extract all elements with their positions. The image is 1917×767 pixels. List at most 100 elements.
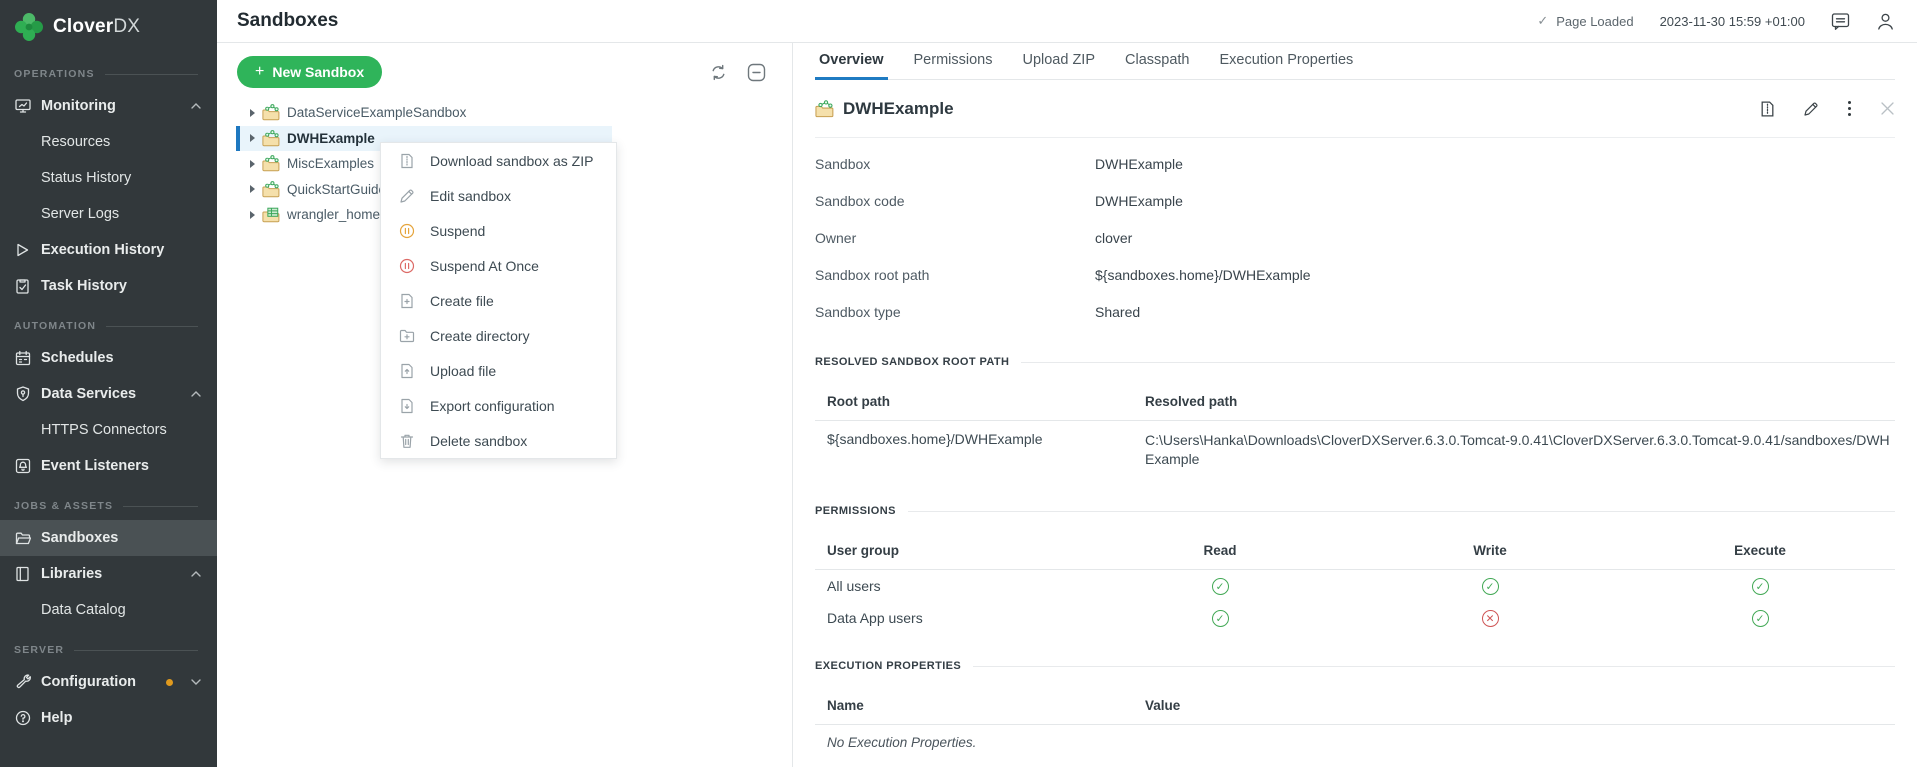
menu-item-suspend-at-once[interactable]: Suspend At Once — [381, 248, 616, 283]
pause-circle-icon — [399, 223, 415, 239]
permission-state-icon — [1752, 578, 1769, 595]
tab-permissions[interactable]: Permissions — [910, 43, 997, 80]
help-circle-icon — [14, 710, 31, 726]
brand-logo: CloverDX — [0, 8, 217, 52]
sidebar-item-sandboxes[interactable]: Sandboxes — [0, 520, 217, 556]
chevron-up-icon — [191, 391, 201, 397]
sidebar-item-data-catalog[interactable]: Data Catalog — [0, 592, 217, 628]
caret-right-icon[interactable] — [250, 160, 255, 168]
chevron-up-icon — [191, 571, 201, 577]
sidebar-item-label: Data Services — [41, 386, 136, 402]
tab-classpath[interactable]: Classpath — [1121, 43, 1193, 80]
sidebar-item-label: Help — [41, 710, 72, 726]
no-execution-properties-note: No Execution Properties. — [815, 725, 1895, 750]
tab-execution-properties[interactable]: Execution Properties — [1216, 43, 1358, 80]
field-value: DWHExample — [1095, 193, 1183, 209]
chevron-up-icon — [191, 103, 201, 109]
wrench-icon — [14, 674, 31, 690]
section-title: EXECUTION PROPERTIES — [815, 660, 961, 672]
sidebar-item-execution-history[interactable]: Execution History — [0, 232, 217, 268]
new-sandbox-button[interactable]: + New Sandbox — [237, 56, 382, 88]
download-zip-icon[interactable] — [1759, 100, 1776, 118]
user-group-name: Data App users — [815, 610, 1085, 626]
sidebar-item-monitoring[interactable]: Monitoring — [0, 88, 217, 124]
sidebar-item-label: Event Listeners — [41, 458, 149, 474]
user-account-icon[interactable] — [1876, 12, 1895, 31]
brand-name: CloverDX — [53, 16, 140, 38]
caret-right-icon[interactable] — [250, 185, 255, 193]
field-sandbox-type: Sandbox type Shared — [815, 293, 1895, 330]
collapse-all-icon[interactable] — [747, 63, 766, 82]
file-plus-icon — [399, 293, 415, 309]
caret-right-icon[interactable] — [250, 109, 255, 117]
menu-item-label: Suspend At Once — [430, 258, 539, 274]
kebab-menu-icon[interactable] — [1846, 99, 1854, 119]
menu-item-edit-sandbox[interactable]: Edit sandbox — [381, 178, 616, 213]
close-icon[interactable] — [1880, 101, 1895, 116]
sidebar-item-label: Task History — [41, 278, 127, 294]
sidebar-item-help[interactable]: Help — [0, 700, 217, 736]
menu-item-label: Download sandbox as ZIP — [430, 153, 593, 169]
field-sandbox-root-path: Sandbox root path ${sandboxes.home}/DWHE… — [815, 256, 1895, 293]
menu-item-create-directory[interactable]: Create directory — [381, 318, 616, 353]
permission-state-icon — [1212, 578, 1229, 595]
sidebar-item-libraries[interactable]: Libraries — [0, 556, 217, 592]
sidebar-item-label: Libraries — [41, 566, 102, 582]
tree-row[interactable]: DataServiceExampleSandbox — [217, 100, 792, 126]
sidebar-item-data-services[interactable]: Data Services — [0, 376, 217, 412]
permission-state-icon — [1482, 578, 1499, 595]
sidebar-item-label: Sandboxes — [41, 530, 118, 546]
sidebar-item-label: Configuration — [41, 674, 136, 690]
sidebar-item-event-listeners[interactable]: Event Listeners — [0, 448, 217, 484]
menu-item-upload-file[interactable]: Upload file — [381, 353, 616, 388]
new-sandbox-label: New Sandbox — [272, 64, 364, 80]
field-value: clover — [1095, 230, 1132, 246]
sidebar-item-server-logs[interactable]: Server Logs — [0, 196, 217, 232]
sidebar-item-label: Execution History — [41, 242, 164, 258]
sidebar-item-configuration[interactable]: Configuration — [0, 664, 217, 700]
field-label: Sandbox root path — [815, 267, 1095, 283]
section-execution-properties: EXECUTION PROPERTIES — [815, 656, 1895, 676]
edit-pencil-icon[interactable] — [1803, 101, 1819, 117]
resolved-path-value: C:\Users\Hanka\Downloads\CloverDXServer.… — [1145, 432, 1890, 467]
sidebar-item-status-history[interactable]: Status History — [0, 160, 217, 196]
menu-item-delete-sandbox[interactable]: Delete sandbox — [381, 423, 616, 458]
sidebar-item-task-history[interactable]: Task History — [0, 268, 217, 304]
feedback-chat-icon[interactable] — [1831, 12, 1850, 31]
sandbox-detail-pane: Overview Permissions Upload ZIP Classpat… — [793, 43, 1917, 767]
column-root-path: Root path — [815, 394, 1145, 409]
field-value: DWHExample — [1095, 156, 1183, 172]
sandbox-folder-icon — [262, 181, 280, 198]
menu-item-suspend[interactable]: Suspend — [381, 213, 616, 248]
refresh-icon[interactable] — [710, 64, 727, 81]
sidebar-item-schedules[interactable]: Schedules — [0, 340, 217, 376]
field-sandbox: Sandbox DWHExample — [815, 145, 1895, 182]
sidebar-item-resources[interactable]: Resources — [0, 124, 217, 160]
check-icon: ✓ — [1537, 13, 1548, 29]
section-title: RESOLVED SANDBOX ROOT PATH — [815, 356, 1009, 368]
caret-right-icon[interactable] — [250, 134, 255, 142]
caret-right-icon[interactable] — [250, 211, 255, 219]
permission-state-icon — [1752, 610, 1769, 627]
menu-item-label: Suspend — [430, 223, 485, 239]
tab-overview[interactable]: Overview — [815, 43, 888, 80]
column-write: Write — [1355, 543, 1625, 558]
menu-item-create-file[interactable]: Create file — [381, 283, 616, 318]
chevron-down-icon — [191, 679, 201, 685]
tab-upload-zip[interactable]: Upload ZIP — [1018, 43, 1099, 80]
menu-item-export-configuration[interactable]: Export configuration — [381, 388, 616, 423]
menu-item-label: Export configuration — [430, 398, 555, 414]
sandbox-name: MiscExamples — [287, 156, 374, 171]
permission-state-icon — [1482, 610, 1499, 627]
menu-item-download-sandbox-zip[interactable]: Download sandbox as ZIP — [381, 143, 616, 178]
folder-plus-icon — [399, 328, 415, 344]
permission-row-data-app-users: Data App users — [815, 602, 1895, 634]
sidebar-item-https-connectors[interactable]: HTTPS Connectors — [0, 412, 217, 448]
file-upload-icon — [399, 363, 415, 379]
page-title: Sandboxes — [237, 10, 338, 32]
sandbox-name: QuickStartGuide — [287, 182, 386, 197]
top-header: Sandboxes ✓ Page Loaded 2023-11-30 15:59… — [217, 0, 1917, 43]
column-read: Read — [1085, 543, 1355, 558]
menu-item-label: Delete sandbox — [430, 433, 527, 449]
section-resolved-root-path: RESOLVED SANDBOX ROOT PATH — [815, 352, 1895, 372]
